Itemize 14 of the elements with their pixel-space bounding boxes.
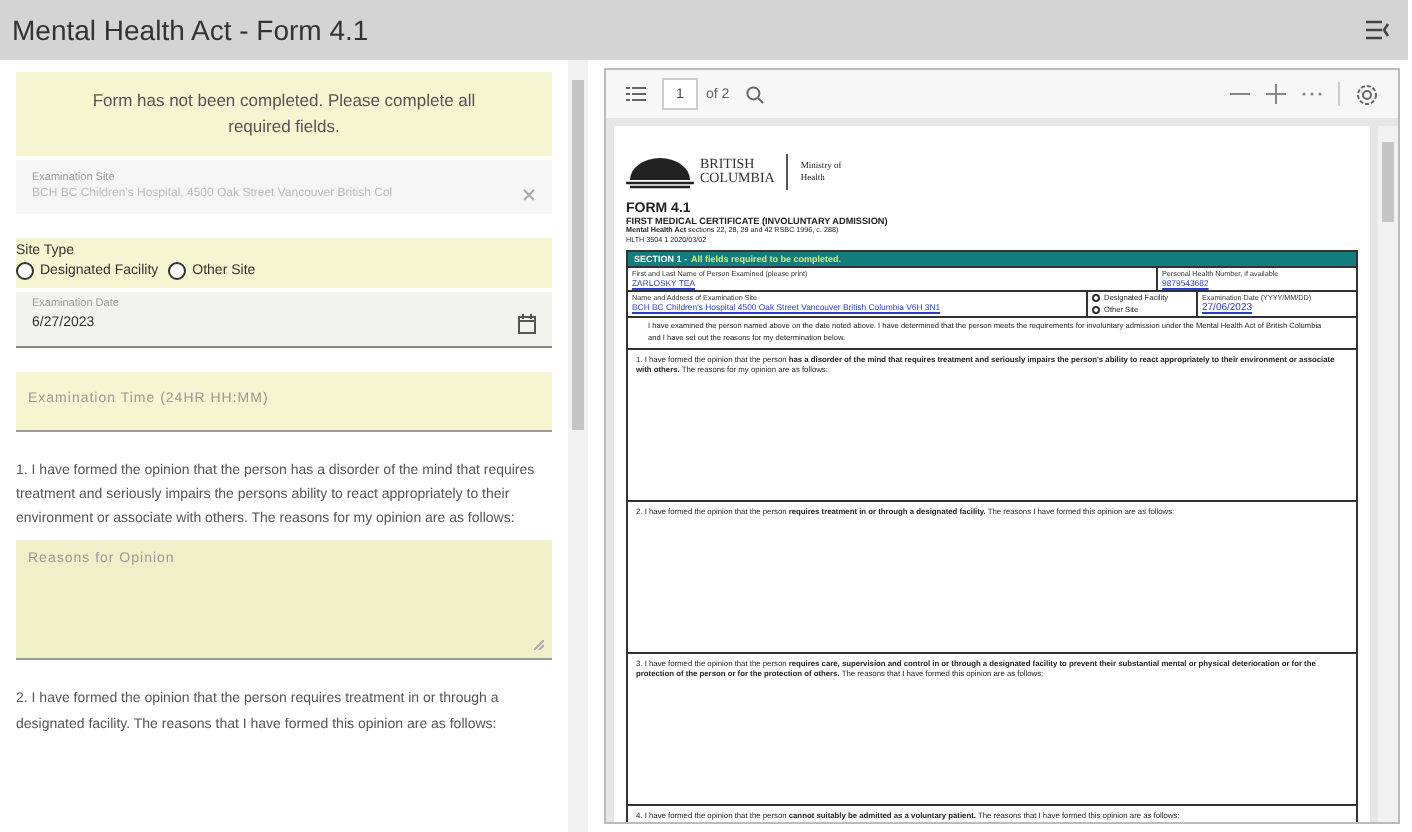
radio-circle-icon[interactable] (16, 261, 34, 279)
collapse-icon[interactable] (1364, 18, 1392, 42)
outline-icon[interactable] (626, 86, 646, 102)
validation-alert: Form has not been completed. Please complete all required fields. (16, 72, 552, 155)
calendar-icon[interactable] (518, 313, 536, 333)
sun-logo-icon (626, 155, 694, 189)
resize-grip-icon[interactable] (534, 640, 544, 651)
scrollbar[interactable] (568, 60, 588, 832)
settings-icon[interactable] (1356, 83, 1378, 105)
search-icon[interactable] (745, 85, 764, 103)
radio-circle-icon[interactable] (168, 261, 187, 279)
zoom-in-icon[interactable] (1266, 84, 1286, 104)
scrollbar[interactable] (1378, 126, 1398, 822)
window-title: Mental Health Act - Form 4.1 (12, 14, 369, 46)
